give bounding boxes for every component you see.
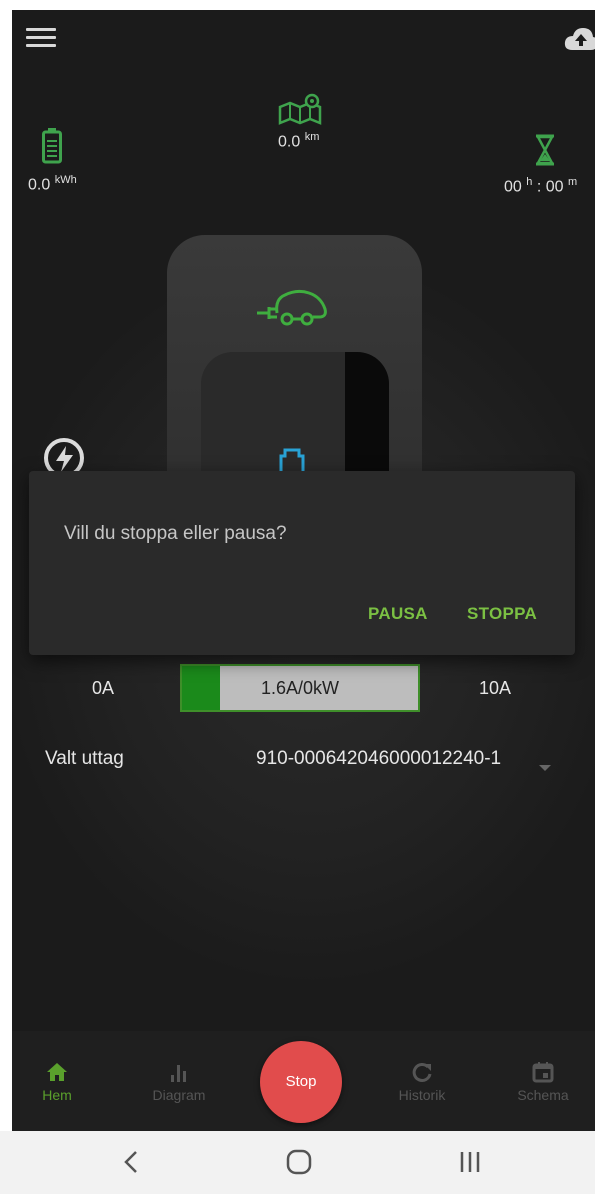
energy-value: 0.0	[28, 176, 51, 194]
dialog-message: Vill du stoppa eller pausa?	[64, 523, 287, 544]
energy-stat: 0.0 kWh	[28, 128, 77, 194]
nav-item-historik[interactable]: Historik	[377, 1061, 467, 1103]
car-plug-icon	[257, 289, 327, 326]
recent-apps-icon[interactable]	[450, 1147, 490, 1177]
home-icon	[47, 1063, 67, 1081]
distance-stat: 0.0 km	[278, 93, 322, 151]
minutes-unit: m	[567, 176, 578, 188]
nav-label-hem: Hem	[42, 1087, 72, 1103]
hourglass-icon	[535, 134, 555, 166]
nav-label-diagram: Diagram	[152, 1087, 206, 1103]
hours-unit: h	[526, 176, 533, 188]
outlet-select[interactable]: 910-000642046000012240-1	[256, 748, 501, 770]
bar-chart-icon	[171, 1065, 186, 1082]
stop-charging-button[interactable]: Stop	[260, 1041, 342, 1123]
stop-confirm-button[interactable]: STOPPA	[467, 604, 537, 624]
menu-icon[interactable]	[26, 28, 56, 50]
map-pin-icon	[278, 93, 322, 125]
nav-label-historik: Historik	[398, 1087, 446, 1103]
top-bar	[12, 10, 595, 70]
nav-label-schema: Schema	[517, 1087, 569, 1103]
current-display: 1.6A/0kW	[260, 678, 340, 698]
nav-item-hem[interactable]: Hem	[12, 1061, 102, 1103]
home-circle-icon[interactable]	[279, 1147, 319, 1177]
charger-illustration	[167, 235, 422, 502]
system-navigation-bar	[0, 1131, 595, 1194]
current-min-label: 0A	[92, 678, 115, 698]
stop-pause-dialog: Vill du stoppa eller pausa? PAUSA STOPPA	[29, 471, 575, 655]
chevron-down-icon[interactable]	[539, 765, 551, 771]
refresh-icon	[412, 1062, 432, 1082]
time-minutes: 00	[545, 178, 564, 196]
time-stat: 00 h : 00 m	[504, 134, 577, 196]
calendar-icon	[532, 1062, 554, 1083]
nav-item-schema[interactable]: Schema	[498, 1061, 588, 1103]
battery-icon	[42, 128, 62, 164]
current-max-label: 10A	[479, 678, 512, 698]
outlet-label: Valt uttag	[45, 748, 124, 769]
current-level-bar[interactable]: 1.6A/0kW	[180, 664, 420, 712]
back-icon[interactable]	[112, 1147, 152, 1177]
pause-button[interactable]: PAUSA	[368, 604, 428, 624]
nav-item-diagram[interactable]: Diagram	[134, 1061, 224, 1103]
distance-unit: km	[304, 131, 320, 143]
time-hours: 00	[504, 178, 522, 196]
time-separator: :	[536, 178, 542, 196]
app-screen: 0.0 kWh 0.0 km 00 h : 00 m 0A 1.6A/0kW 1…	[12, 10, 595, 1131]
distance-value: 0.0	[278, 133, 301, 151]
energy-unit: kWh	[54, 174, 77, 186]
cloud-upload-icon[interactable]	[563, 26, 595, 52]
